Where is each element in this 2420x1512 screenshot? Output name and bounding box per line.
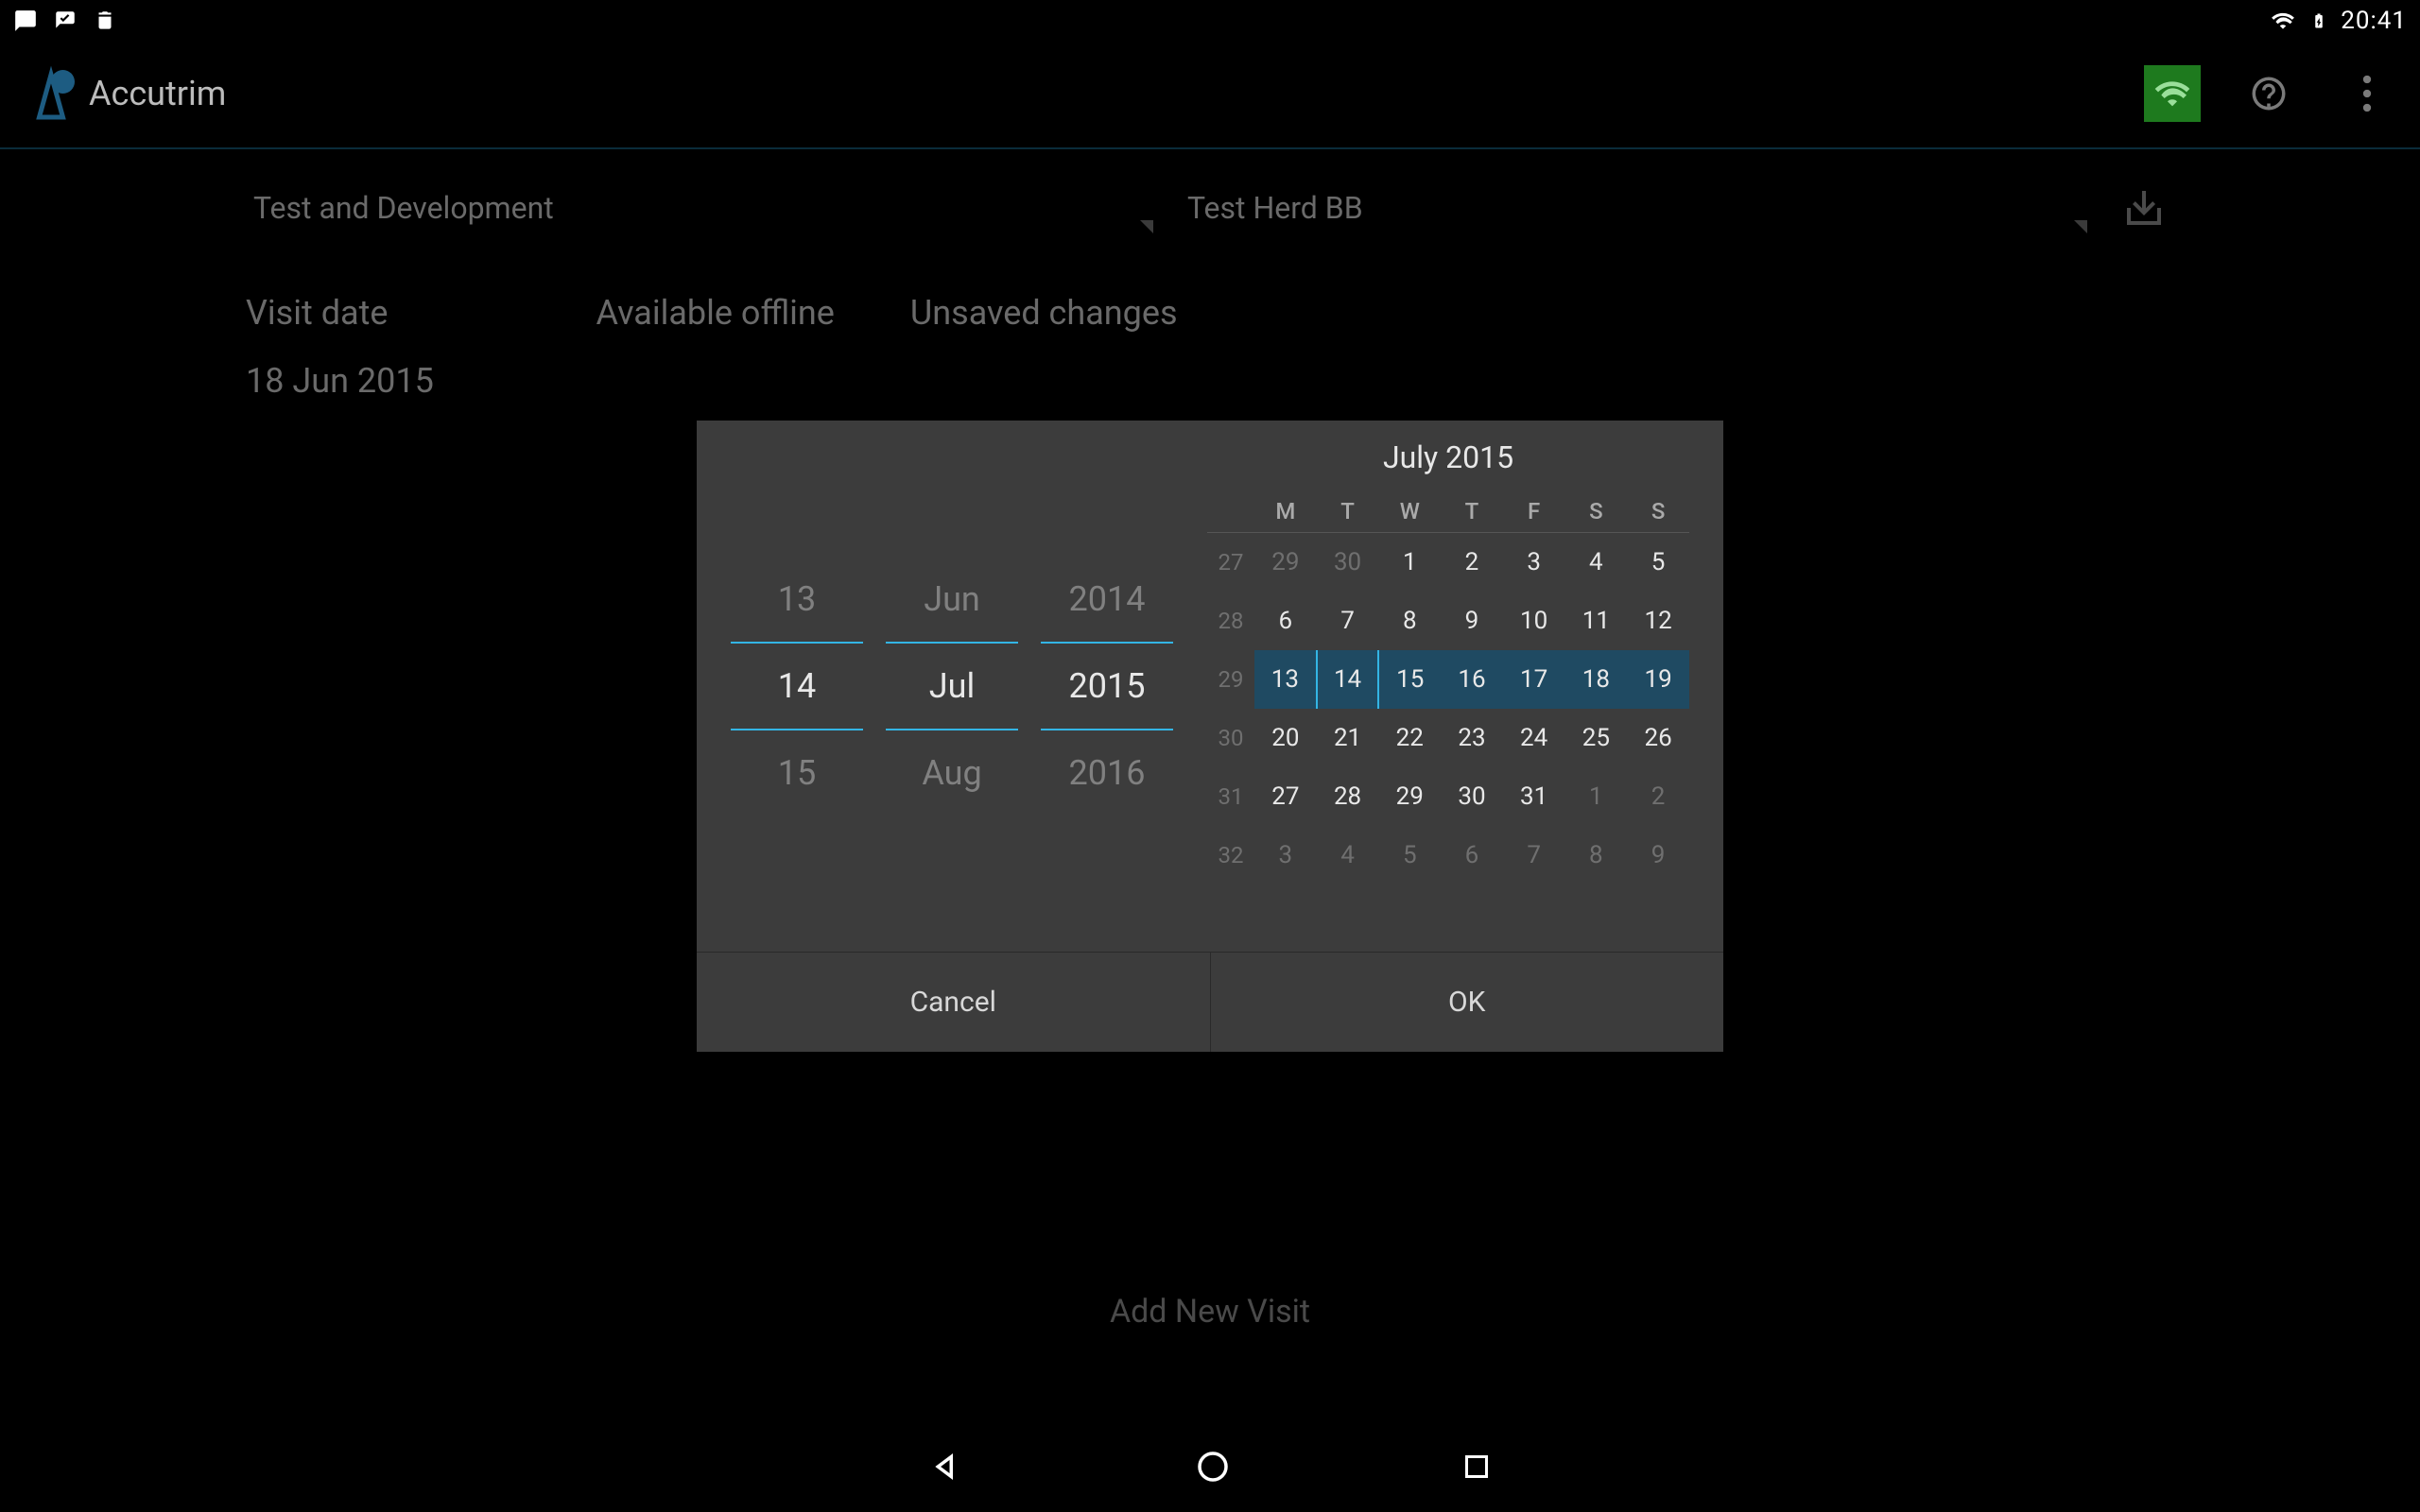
- cancel-button[interactable]: Cancel: [697, 953, 1210, 1052]
- calendar-day[interactable]: 20: [1254, 709, 1317, 767]
- calendar-day[interactable]: 4: [1317, 826, 1379, 885]
- calendar-day[interactable]: 30: [1441, 767, 1503, 826]
- calendar-day[interactable]: 5: [1378, 826, 1441, 885]
- calendar-day[interactable]: 14: [1317, 650, 1379, 709]
- year-prev[interactable]: 2014: [1041, 557, 1173, 642]
- dow-header: W: [1378, 490, 1441, 533]
- organization-select[interactable]: Test and Development: [246, 179, 1161, 237]
- download-done-icon: [53, 9, 78, 33]
- day-current[interactable]: 14: [731, 642, 863, 730]
- dow-header: S: [1627, 490, 1689, 533]
- day-spinner[interactable]: 13 14 15: [731, 557, 863, 816]
- calendar-day[interactable]: 13: [1254, 650, 1317, 709]
- battery-charging-icon: [2310, 7, 2327, 35]
- calendar-day[interactable]: 29: [1378, 767, 1441, 826]
- calendar-day[interactable]: 18: [1565, 650, 1628, 709]
- calendar-day[interactable]: 11: [1565, 592, 1628, 650]
- chat-icon: [13, 9, 38, 33]
- week-number: 32: [1207, 826, 1254, 885]
- app-logo-icon: [23, 65, 79, 122]
- calendar-day[interactable]: 8: [1565, 826, 1628, 885]
- year-next[interactable]: 2016: [1041, 730, 1173, 816]
- calendar-day[interactable]: 17: [1503, 650, 1565, 709]
- nav-bar: [0, 1421, 2420, 1512]
- calendar-day[interactable]: 28: [1317, 767, 1379, 826]
- android-debug-icon: [93, 9, 117, 33]
- date-spinners: 13 14 15 Jun Jul Aug 2014 2015 2016: [697, 421, 1207, 952]
- week-number: 27: [1207, 533, 1254, 592]
- calendar-day[interactable]: 26: [1627, 709, 1689, 767]
- app-title: Accutrim: [89, 74, 226, 113]
- calendar-day[interactable]: 30: [1317, 533, 1379, 592]
- ok-button[interactable]: OK: [1210, 953, 1724, 1052]
- week-number: 31: [1207, 767, 1254, 826]
- calendar-day[interactable]: 1: [1378, 533, 1441, 592]
- calendar-day[interactable]: 24: [1503, 709, 1565, 767]
- calendar-day[interactable]: 29: [1254, 533, 1317, 592]
- add-new-visit-button[interactable]: Add New Visit: [0, 1276, 2420, 1348]
- calendar-day[interactable]: 7: [1503, 826, 1565, 885]
- col-visit-date: Visit date: [246, 293, 388, 333]
- calendar-day[interactable]: 3: [1254, 826, 1317, 885]
- dow-header: S: [1565, 490, 1628, 533]
- connection-status-button[interactable]: [2144, 65, 2201, 122]
- action-bar: Accutrim: [0, 42, 2420, 146]
- month-prev[interactable]: Jun: [886, 557, 1018, 642]
- month-current[interactable]: Jul: [886, 642, 1018, 730]
- day-next[interactable]: 15: [731, 730, 863, 816]
- calendar-day[interactable]: 21: [1317, 709, 1379, 767]
- wifi-icon: [2269, 9, 2297, 33]
- dow-header: F: [1503, 490, 1565, 533]
- calendar-day[interactable]: 10: [1503, 592, 1565, 650]
- calendar: July 2015 MTWTFSS 2729301234528678910111…: [1207, 421, 1723, 952]
- calendar-day[interactable]: 9: [1627, 826, 1689, 885]
- date-picker-dialog: 13 14 15 Jun Jul Aug 2014 2015 2016 July…: [697, 421, 1723, 1052]
- nav-back-button[interactable]: [926, 1447, 966, 1486]
- year-current[interactable]: 2015: [1041, 642, 1173, 730]
- calendar-day[interactable]: 23: [1441, 709, 1503, 767]
- calendar-day[interactable]: 19: [1627, 650, 1689, 709]
- calendar-day[interactable]: 4: [1565, 533, 1628, 592]
- help-button[interactable]: [2238, 63, 2299, 124]
- calendar-day[interactable]: 6: [1441, 826, 1503, 885]
- calendar-day[interactable]: 5: [1627, 533, 1689, 592]
- calendar-day[interactable]: 1: [1565, 767, 1628, 826]
- calendar-day[interactable]: 3: [1503, 533, 1565, 592]
- calendar-day[interactable]: 16: [1441, 650, 1503, 709]
- calendar-day[interactable]: 2: [1441, 533, 1503, 592]
- calendar-day[interactable]: 12: [1627, 592, 1689, 650]
- calendar-day[interactable]: 27: [1254, 767, 1317, 826]
- visit-date-value[interactable]: 18 Jun 2015: [246, 361, 2174, 401]
- calendar-day[interactable]: 6: [1254, 592, 1317, 650]
- clock-time: 20:41: [2341, 7, 2407, 35]
- year-spinner[interactable]: 2014 2015 2016: [1041, 557, 1173, 816]
- nav-recent-button[interactable]: [1460, 1450, 1494, 1484]
- calendar-day[interactable]: 2: [1627, 767, 1689, 826]
- week-number: 30: [1207, 709, 1254, 767]
- status-bar: 20:41: [0, 0, 2420, 42]
- month-next[interactable]: Aug: [886, 730, 1018, 816]
- calendar-day[interactable]: 15: [1378, 650, 1441, 709]
- nav-home-button[interactable]: [1193, 1447, 1233, 1486]
- calendar-day[interactable]: 22: [1378, 709, 1441, 767]
- day-prev[interactable]: 13: [731, 557, 863, 642]
- overflow-menu-button[interactable]: [2337, 63, 2397, 124]
- calendar-day[interactable]: 8: [1378, 592, 1441, 650]
- col-unsaved-changes: Unsaved changes: [910, 293, 1178, 333]
- calendar-day[interactable]: 9: [1441, 592, 1503, 650]
- dow-header: T: [1441, 490, 1503, 533]
- calendar-title: July 2015: [1207, 439, 1689, 475]
- month-spinner[interactable]: Jun Jul Aug: [886, 557, 1018, 816]
- dow-header: T: [1317, 490, 1379, 533]
- herd-select[interactable]: Test Herd BB: [1180, 179, 2095, 237]
- week-number: 29: [1207, 650, 1254, 709]
- calendar-day[interactable]: 25: [1565, 709, 1628, 767]
- calendar-day[interactable]: 31: [1503, 767, 1565, 826]
- dow-header: M: [1254, 490, 1317, 533]
- calendar-day[interactable]: 7: [1317, 592, 1379, 650]
- download-herd-button[interactable]: [2114, 178, 2174, 238]
- col-available-offline: Available offline: [596, 293, 834, 333]
- week-number: 28: [1207, 592, 1254, 650]
